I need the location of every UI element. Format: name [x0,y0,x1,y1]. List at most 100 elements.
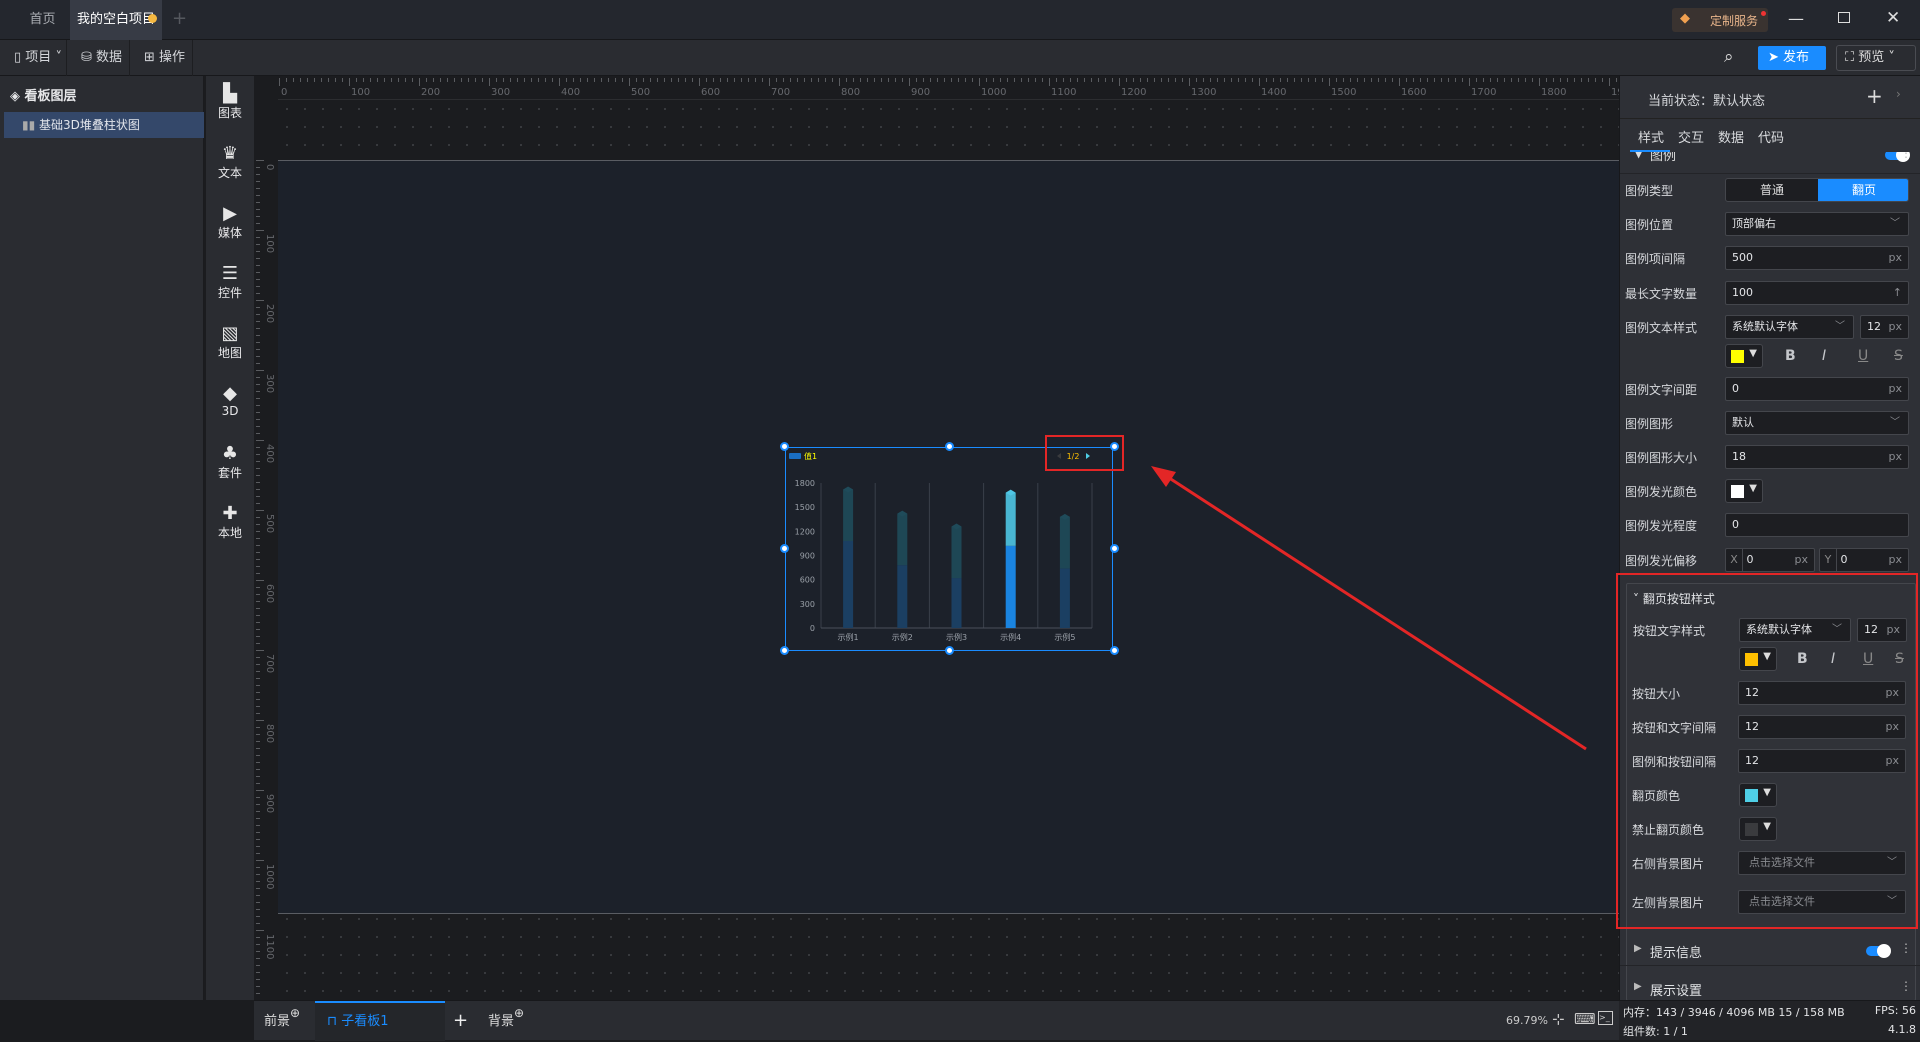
glow-level-value: 0 [1732,518,1739,531]
chart-widget[interactable]: 0 300 600 900 1200 1500 1800 示例1 示例2 示例3 示例4 示例5 值1 1… [780,442,1119,655]
cube-icon: ◆ [223,383,237,404]
ruler-tick [256,202,260,203]
ruler-tick [256,482,260,483]
ruler-tick [748,78,749,82]
glow-level-input[interactable]: 0 [1725,513,1909,537]
chevron-right-icon[interactable]: › [1896,87,1901,101]
resize-handle-nw[interactable] [780,442,789,451]
component-4[interactable]: ▧ 地图 [206,324,254,361]
terminal-icon[interactable]: >_ [1598,1011,1613,1025]
panel-tab-2[interactable]: 数据 [1718,127,1744,146]
legend-type-normal[interactable]: 普通 [1726,179,1818,201]
component-7[interactable]: ✚ 本地 [206,504,254,541]
resize-handle-e[interactable] [1110,544,1119,553]
legend-gap-input[interactable]: 500 px [1725,246,1909,270]
legend-font-size-input[interactable]: 12 px [1860,315,1909,339]
italic-button[interactable]: I [1822,348,1826,364]
legend-gap-value: 500 [1732,251,1753,264]
component-0[interactable]: ▙ 图表 [206,84,254,121]
more-icon[interactable]: ⋮ [1900,979,1912,993]
foreground-tab[interactable]: 前景⊕ [254,1001,309,1041]
ruler-tick [762,78,763,82]
tooltip-toggle[interactable] [1866,944,1891,958]
legend-section-header[interactable]: ▼ 图例 ⋮ [1620,152,1920,174]
publish-button[interactable]: ➤ 发布 [1758,46,1826,70]
component-2[interactable]: ▶ 媒体 [206,204,254,241]
custom-service-button[interactable]: ◆ 定制服务 [1672,8,1768,32]
shape-size-label: 图例图形大小 [1625,451,1698,465]
ruler-tick [1539,78,1540,86]
text-spacing-input[interactable]: 0 px [1725,377,1909,401]
resize-handle-se[interactable] [1110,646,1119,655]
subboard-tab[interactable]: ⊓ 子看板1 [315,1001,445,1041]
glow-offset-x-input[interactable]: X 0 px [1725,548,1815,572]
ruler-tick [1056,78,1057,82]
legend-text-color-picker[interactable]: ▼ [1725,344,1763,368]
strikethrough-button[interactable]: S [1894,348,1903,364]
close-icon[interactable]: ✕ [1886,8,1900,28]
component-1[interactable]: ♛ 文本 [206,144,254,181]
ruler-tick [256,286,260,287]
ruler-tick-label: 1100 [264,934,275,960]
minimize-icon[interactable]: — [1788,9,1804,28]
current-state: 当前状态：默认状态 [1648,94,1766,109]
glow-color-picker[interactable]: ▼ [1725,479,1763,503]
bar-segment-示例5-s1 [1059,567,1070,628]
panel-tab-1[interactable]: 交互 [1678,127,1704,146]
legend-position-select[interactable]: 顶部偏右 ﹀ [1725,212,1909,236]
legend-type-paged[interactable]: 翻页 [1818,179,1908,201]
resize-handle-s[interactable] [945,646,954,655]
keyboard-icon[interactable]: ⌨ [1574,1010,1596,1028]
preview-button[interactable]: ⛶ 预览 ˅ [1836,45,1916,71]
arrow-up-icon[interactable]: ↑ [1893,282,1902,304]
add-circle-icon[interactable]: ⊕ [290,1006,300,1020]
ruler-tick-label: 800 [841,87,861,98]
add-state-button[interactable]: + [1866,84,1883,108]
display-section-header[interactable]: ▶ 展示设置 ⋮ [1620,974,1920,1000]
legend-font-select[interactable]: 系统默认字体 ﹀ [1725,315,1854,339]
ruler-tick [256,405,260,406]
ruler-tick [1280,78,1281,82]
ruler-tick [1077,78,1078,82]
color-swatch [1731,485,1744,498]
max-chars-input[interactable]: 100 ↑ [1725,281,1909,305]
component-6[interactable]: ♣ 套件 [206,444,254,481]
more-icon[interactable]: ⋮ [1900,152,1912,160]
ruler-tick [1329,78,1330,86]
add-tab-button[interactable]: + [172,8,187,29]
underline-button[interactable]: U [1858,348,1868,364]
glow-offset-y-input[interactable]: Y 0 px [1819,548,1909,572]
bold-button[interactable]: B [1785,348,1796,364]
ruler-tick [256,230,264,231]
restore-icon[interactable] [1838,12,1850,23]
component-5[interactable]: ◆ 3D [206,383,254,419]
more-icon[interactable]: ⋮ [1900,941,1912,955]
search-icon[interactable]: ⌕ [1724,47,1734,67]
panel-tab-3[interactable]: 代码 [1758,127,1784,146]
resize-handle-w[interactable] [780,544,789,553]
legend-shape-select[interactable]: 默认 ﹀ [1725,411,1909,435]
layer-item[interactable]: ▮▮ 基础3D堆叠柱状图 [4,112,204,138]
menu-project[interactable]: ▯ 项目 ˅ [0,40,67,76]
component-3[interactable]: ☰ 控件 [206,264,254,301]
legend-type-segmented: 普通 翻页 [1725,178,1909,202]
menu-operate[interactable]: ⊞ 操作 ˅ [130,40,193,101]
tooltip-section-header[interactable]: ▶ 提示信息 ⋮ [1620,934,1920,966]
ruler-tick [447,78,448,82]
resize-handle-sw[interactable] [780,646,789,655]
ruler-tick [1420,78,1421,82]
shape-size-input[interactable]: 18 px [1725,445,1909,469]
x-tick-label: 示例3 [945,632,966,642]
menu-data[interactable]: ⛁ 数据 ˅ [67,40,130,101]
panel-tab-0[interactable]: 样式 [1638,127,1664,146]
ruler-tick-label: 500 [631,87,651,98]
ruler-tick [874,78,875,82]
background-tab[interactable]: 背景⊕ [478,1001,538,1041]
resize-handle-n[interactable] [945,442,954,451]
tab-project-label: 我的空白项目 [76,12,155,27]
ruler-tick [256,811,260,812]
add-circle-icon[interactable]: ⊕ [514,1006,524,1020]
add-board-button[interactable]: + [445,1001,476,1041]
fit-screen-icon[interactable]: ⊹ [1552,1010,1565,1028]
ruler-tick [307,78,308,82]
